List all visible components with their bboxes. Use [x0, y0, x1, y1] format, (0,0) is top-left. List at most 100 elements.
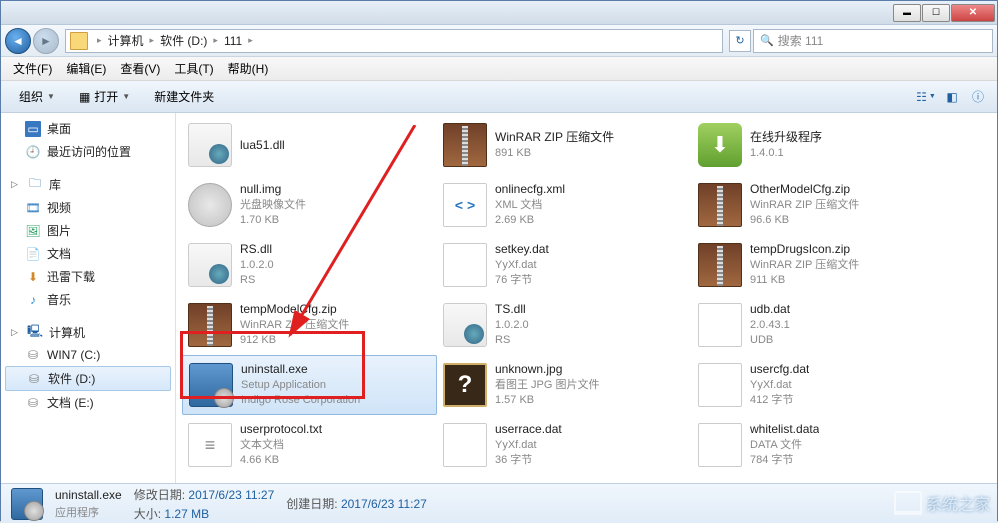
sidebar-item-desktop[interactable]: ▭桌面: [1, 117, 175, 140]
file-item[interactable]: tempModelCfg.zip WinRAR ZIP 压缩文件 912 KB: [182, 295, 437, 355]
file-icon: [443, 243, 487, 287]
status-bar: uninstall.exe 应用程序 修改日期: 2017/6/23 11:27…: [1, 483, 997, 523]
status-size: 1.27 MB: [164, 507, 209, 521]
file-type: 文本文档: [240, 438, 322, 453]
file-name: tempDrugsIcon.zip: [750, 241, 859, 258]
sidebar-item-videos[interactable]: 🎞视频: [1, 196, 175, 219]
file-icon: [188, 243, 232, 287]
file-type: 光盘映像文件: [240, 198, 306, 213]
drive-icon: ⛁: [25, 347, 41, 363]
menu-edit[interactable]: 编辑(E): [60, 58, 112, 79]
close-button[interactable]: [951, 4, 995, 22]
forward-button[interactable]: [33, 28, 59, 54]
file-size: 912 KB: [240, 333, 349, 348]
nav-bar: ▸ 计算机 ▸ 软件 (D:) ▸ 111 ▸ ↻ 🔍 搜索 111: [1, 25, 997, 57]
sidebar: ▭桌面 🕘最近访问的位置 ▷🗀库 🎞视频 🖼图片 📄文档 ⬇迅雷下载 ♪音乐 ▷…: [1, 113, 176, 483]
file-size: 76 字节: [495, 273, 549, 288]
file-type: 1.0.2.0: [240, 258, 274, 273]
folder-icon: [70, 32, 88, 50]
file-size: 4.66 KB: [240, 453, 322, 468]
file-icon: [188, 123, 232, 167]
file-item[interactable]: usercfg.dat YyXf.dat 412 字节: [692, 355, 947, 415]
file-item[interactable]: OtherModelCfg.zip WinRAR ZIP 压缩文件 96.6 K…: [692, 175, 947, 235]
file-size: 2.69 KB: [495, 213, 565, 228]
file-item[interactable]: lua51.dll: [182, 115, 437, 175]
file-type: 1.0.2.0: [495, 318, 529, 333]
file-item[interactable]: unknown.jpg 看图王 JPG 图片文件 1.57 KB: [437, 355, 692, 415]
file-item[interactable]: tempDrugsIcon.zip WinRAR ZIP 压缩文件 911 KB: [692, 235, 947, 295]
search-placeholder: 搜索 111: [778, 32, 824, 49]
open-button[interactable]: ▦打开▼: [69, 84, 140, 109]
sidebar-item-pictures[interactable]: 🖼图片: [1, 219, 175, 242]
file-item[interactable]: whitelist.data DATA 文件 784 字节: [692, 415, 947, 475]
organize-button[interactable]: 组织▼: [9, 84, 65, 109]
file-item[interactable]: userrace.dat YyXf.dat 36 字节: [437, 415, 692, 475]
sidebar-header-libraries[interactable]: ▷🗀库: [1, 173, 175, 196]
breadcrumb-root[interactable]: 计算机: [105, 32, 147, 49]
file-size: 784 字节: [750, 453, 819, 468]
refresh-button[interactable]: ↻: [729, 30, 751, 52]
desktop-icon: ▭: [25, 121, 41, 137]
file-name: WinRAR ZIP 压缩文件: [495, 129, 614, 146]
file-icon: [443, 303, 487, 347]
file-icon: [443, 423, 487, 467]
file-type: 2.0.43.1: [750, 318, 790, 333]
breadcrumb-drive[interactable]: 软件 (D:): [157, 32, 210, 49]
sidebar-item-drive-e[interactable]: ⛁文档 (E:): [1, 391, 175, 414]
status-filename: uninstall.exe: [55, 488, 122, 502]
menu-tools[interactable]: 工具(T): [168, 58, 219, 79]
menu-help[interactable]: 帮助(H): [222, 58, 275, 79]
file-name: OtherModelCfg.zip: [750, 181, 859, 198]
status-filetype: 应用程序: [55, 504, 122, 520]
file-type: DATA 文件: [750, 438, 819, 453]
preview-pane-icon[interactable]: ◧: [941, 86, 963, 108]
sidebar-header-computer[interactable]: ▷🖳计算机: [1, 321, 175, 344]
file-item[interactable]: TS.dll 1.0.2.0 RS: [437, 295, 692, 355]
view-options-icon[interactable]: ☷▼: [915, 86, 937, 108]
search-input[interactable]: 🔍 搜索 111: [753, 29, 993, 53]
file-name: tempModelCfg.zip: [240, 301, 349, 318]
file-size: Indigo Rose Corporation: [241, 393, 360, 408]
file-icon: [188, 423, 232, 467]
help-icon[interactable]: ⓘ: [967, 86, 989, 108]
sidebar-item-documents[interactable]: 📄文档: [1, 242, 175, 265]
file-size: RS: [495, 333, 529, 348]
file-item[interactable]: userprotocol.txt 文本文档 4.66 KB: [182, 415, 437, 475]
file-item[interactable]: RS.dll 1.0.2.0 RS: [182, 235, 437, 295]
file-icon: [698, 303, 742, 347]
status-modified-date: 2017/6/23 11:27: [188, 488, 274, 502]
sidebar-item-recent[interactable]: 🕘最近访问的位置: [1, 140, 175, 163]
file-item[interactable]: setkey.dat YyXf.dat 76 字节: [437, 235, 692, 295]
file-icon: [443, 183, 487, 227]
file-item[interactable]: udb.dat 2.0.43.1 UDB: [692, 295, 947, 355]
file-icon: [443, 123, 487, 167]
new-folder-button[interactable]: 新建文件夹: [144, 84, 224, 109]
sidebar-item-downloads[interactable]: ⬇迅雷下载: [1, 265, 175, 288]
sidebar-item-music[interactable]: ♪音乐: [1, 288, 175, 311]
file-name: userrace.dat: [495, 421, 562, 438]
menu-file[interactable]: 文件(F): [7, 58, 58, 79]
toolbar: 组织▼ ▦打开▼ 新建文件夹 ☷▼ ◧ ⓘ: [1, 81, 997, 113]
breadcrumb[interactable]: ▸ 计算机 ▸ 软件 (D:) ▸ 111 ▸: [65, 29, 723, 53]
sidebar-item-drive-c[interactable]: ⛁WIN7 (C:): [1, 344, 175, 366]
file-icon: [698, 363, 742, 407]
maximize-button[interactable]: [922, 4, 950, 22]
minimize-button[interactable]: [893, 4, 921, 22]
computer-icon: 🖳: [27, 325, 43, 341]
file-item[interactable]: 在线升级程序 1.4.0.1: [692, 115, 947, 175]
file-type: WinRAR ZIP 压缩文件: [750, 198, 859, 213]
file-item[interactable]: onlinecfg.xml XML 文档 2.69 KB: [437, 175, 692, 235]
file-icon: [188, 303, 232, 347]
recent-icon: 🕘: [25, 144, 41, 160]
file-item[interactable]: uninstall.exe Setup Application Indigo R…: [182, 355, 437, 415]
sidebar-item-drive-d[interactable]: ⛁软件 (D:): [5, 366, 171, 391]
music-icon: ♪: [25, 292, 41, 308]
file-item[interactable]: WinRAR ZIP 压缩文件 891 KB: [437, 115, 692, 175]
back-button[interactable]: [5, 28, 31, 54]
file-item[interactable]: null.img 光盘映像文件 1.70 KB: [182, 175, 437, 235]
search-icon: 🔍: [760, 34, 774, 47]
file-size: 36 字节: [495, 453, 562, 468]
breadcrumb-folder[interactable]: 111: [221, 34, 245, 48]
file-size: 96.6 KB: [750, 213, 859, 228]
menu-view[interactable]: 查看(V): [114, 58, 166, 79]
